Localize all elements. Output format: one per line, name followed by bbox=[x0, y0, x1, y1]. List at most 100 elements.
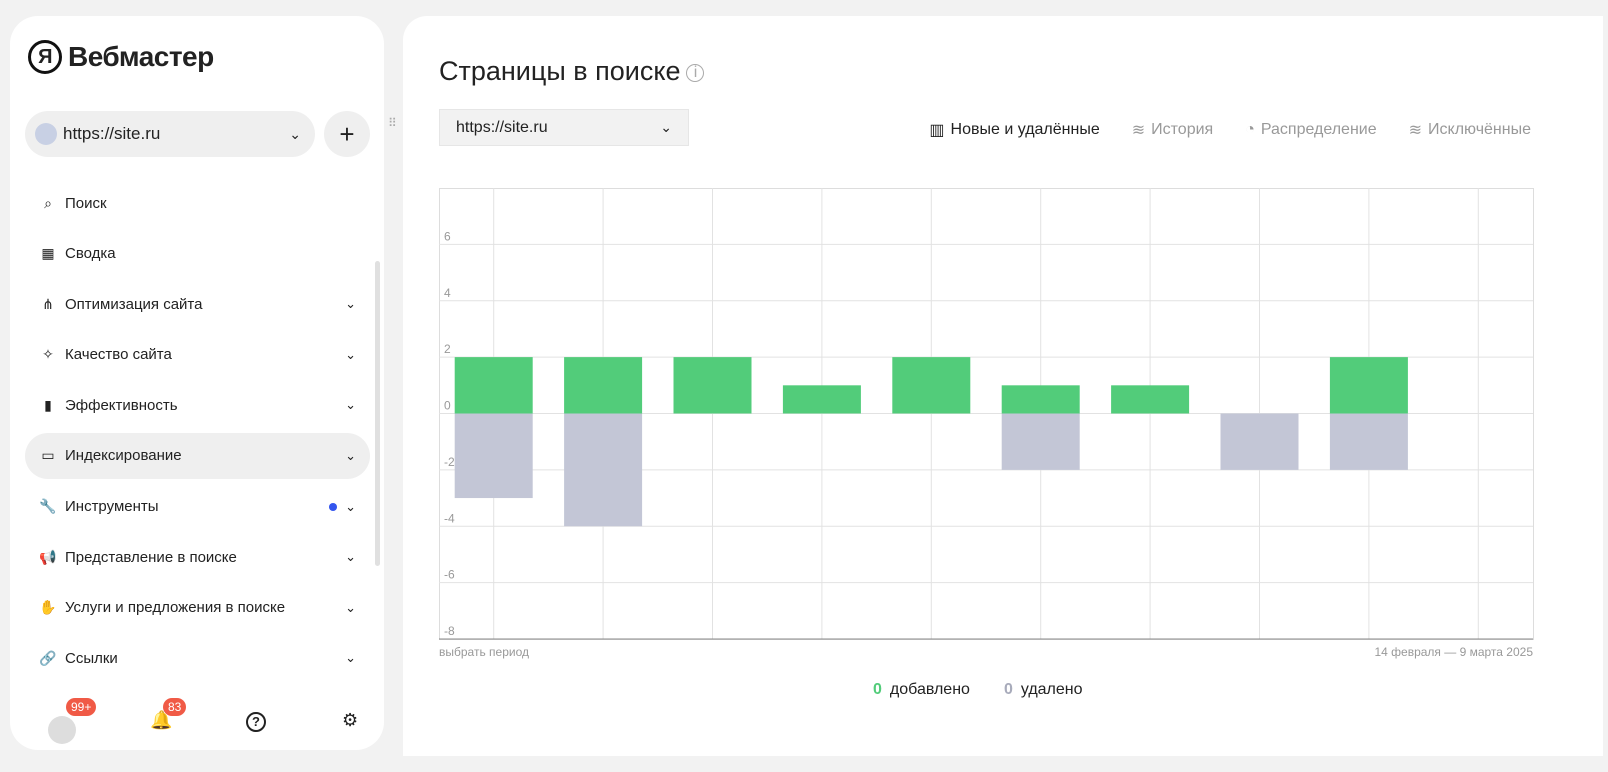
chevron-down-icon: ⌄ bbox=[289, 125, 301, 142]
search-icon: ⌕ bbox=[44, 194, 52, 211]
chevron-down-icon: ⌄ bbox=[345, 296, 356, 312]
sidebar-item-label: Оптимизация сайта bbox=[65, 295, 203, 313]
avatar-badge: 99+ bbox=[66, 698, 97, 716]
removed-bar bbox=[1001, 413, 1080, 470]
sidebar-item-6[interactable]: 🔧 Инструменты ⌄ bbox=[25, 484, 370, 530]
bar-chart-icon: ▮ bbox=[44, 396, 52, 413]
y-tick-label: 4 bbox=[444, 286, 451, 300]
grid-icon: ▦ bbox=[41, 245, 55, 262]
info-icon[interactable]: i bbox=[686, 63, 705, 82]
site-selector[interactable]: https://site.ru ⌄ bbox=[25, 111, 315, 157]
layers-icon: ≋ bbox=[1131, 122, 1146, 139]
y-tick-label: -2 bbox=[444, 455, 455, 469]
sidebar-item-5[interactable]: ▭ Индексирование ⌄ bbox=[25, 432, 370, 479]
tab-distribution[interactable]: ◔ Распределение bbox=[1245, 120, 1376, 140]
added-bar bbox=[1111, 385, 1190, 414]
monitor-icon: ▭ bbox=[41, 447, 55, 464]
sidebar-item-label: Качество сайта bbox=[65, 346, 172, 364]
sidebar-item-4[interactable]: ▮ Эффективность ⌄ bbox=[25, 382, 370, 428]
sidebar-nav: ⌕ Поиск ▦ Сводка ⋔ Оптимизация сайта ⌄ ✧ Качеств… bbox=[25, 180, 370, 686]
added-bar bbox=[454, 357, 533, 414]
site-favicon-icon bbox=[35, 123, 57, 145]
sidebar-item-label: Ссылки bbox=[65, 649, 118, 667]
notifications-badge: 83 bbox=[163, 698, 187, 716]
hand-icon: ✋ bbox=[39, 599, 57, 616]
select-period-link[interactable]: выбрать период bbox=[439, 645, 529, 659]
tab-label: Распределение bbox=[1260, 121, 1377, 138]
new-indicator-dot bbox=[329, 502, 338, 511]
added-label: добавлено bbox=[889, 681, 970, 698]
tab-history[interactable]: ≋ История bbox=[1132, 120, 1213, 140]
layers-icon: ≋ bbox=[1408, 122, 1423, 139]
y-tick-label: 0 bbox=[444, 399, 451, 413]
link-icon: 🔗 bbox=[39, 649, 57, 666]
sidebar-item-0[interactable]: ⌕ Поиск bbox=[25, 180, 370, 226]
pages-chart: 6 4 2 0 -2 -4 -6 -8 выбрать период 14 февраля — 9… bbox=[439, 188, 1534, 659]
gear-icon[interactable]: ⚙ bbox=[342, 710, 358, 731]
chevron-down-icon: ⌄ bbox=[660, 119, 672, 135]
legend-added[interactable]: 0 добавлено bbox=[873, 681, 970, 699]
removed-count: 0 bbox=[1003, 681, 1013, 698]
sidebar-item-7[interactable]: 📢 Представление в поиске ⌄ bbox=[25, 534, 370, 580]
sidebar-footer: 99+ 🔔 83 ? ⚙ bbox=[20, 698, 394, 748]
y-tick-label: 2 bbox=[444, 342, 451, 356]
add-site-button[interactable]: + bbox=[324, 111, 370, 157]
user-avatar[interactable] bbox=[48, 716, 76, 744]
main-panel: Страницы в поиске i https://site.ru ⌄ ▥ Но… bbox=[403, 16, 1603, 756]
logo[interactable]: Я Вебмастер bbox=[28, 40, 214, 74]
tab-excluded[interactable]: ≋ Исключённые bbox=[1409, 120, 1531, 140]
y-tick-label: -6 bbox=[444, 568, 455, 582]
sidebar-item-8[interactable]: ✋ Услуги и предложения в поиске ⌄ bbox=[25, 585, 370, 631]
logo-text: Вебмастер bbox=[68, 41, 214, 72]
added-bar bbox=[1329, 357, 1408, 414]
chevron-down-icon: ⌄ bbox=[345, 346, 356, 362]
tab-label: Новые и удалённые bbox=[950, 121, 1100, 138]
added-bar bbox=[892, 357, 971, 414]
tab-label: История bbox=[1151, 121, 1214, 138]
sidebar-item-label: Сводка bbox=[65, 245, 116, 263]
chevron-down-icon: ⌄ bbox=[345, 397, 356, 413]
period-range: 14 февраля — 9 марта 2025 bbox=[1374, 645, 1533, 659]
sidebar-item-label: Представление в поиске bbox=[65, 548, 237, 566]
bars-icon: ▥ bbox=[929, 122, 945, 139]
sidebar-item-9[interactable]: 🔗 Ссылки ⌄ bbox=[25, 635, 370, 681]
pie-icon: ◔ bbox=[1245, 121, 1255, 138]
sidebar-item-1[interactable]: ▦ Сводка bbox=[25, 231, 370, 277]
drag-handle-icon[interactable]: ⠿ bbox=[388, 117, 398, 129]
sidebar-item-2[interactable]: ⋔ Оптимизация сайта ⌄ bbox=[25, 281, 370, 327]
added-bar bbox=[1001, 385, 1080, 414]
sitemap-icon: ⋔ bbox=[42, 295, 54, 312]
sidebar: Я Вебмастер https://site.ru ⌄ + ⌕ Поиск ▦ С… bbox=[10, 16, 384, 750]
help-icon[interactable]: ? bbox=[246, 712, 266, 732]
page-title-text: Страницы в поиске bbox=[439, 56, 681, 86]
site-dropdown[interactable]: https://site.ru ⌄ bbox=[439, 109, 689, 146]
added-bar bbox=[782, 385, 861, 414]
tab-new-removed[interactable]: ▥ Новые и удалённые bbox=[929, 120, 1099, 140]
tab-label: Исключённые bbox=[1428, 121, 1531, 138]
site-dropdown-value: https://site.ru bbox=[456, 118, 548, 136]
chevron-down-icon: ⌄ bbox=[345, 498, 356, 514]
chevron-down-icon: ⌄ bbox=[345, 599, 356, 615]
chart-tabs: ▥ Новые и удалённые ≋ История ◔ Распределен… bbox=[929, 120, 1531, 140]
chevron-down-icon: ⌄ bbox=[345, 549, 356, 565]
page-title: Страницы в поиске i bbox=[439, 56, 705, 87]
site-url: https://site.ru bbox=[63, 124, 161, 143]
sidebar-item-label: Эффективность bbox=[65, 396, 178, 414]
added-count: 0 bbox=[873, 681, 882, 698]
wrench-icon: 🔧 bbox=[39, 498, 57, 515]
removed-bar bbox=[1220, 413, 1299, 470]
sidebar-item-3[interactable]: ✧ Качество сайта ⌄ bbox=[25, 332, 370, 378]
chevron-down-icon: ⌄ bbox=[345, 447, 356, 463]
legend-removed[interactable]: 0 удалено bbox=[1004, 681, 1083, 699]
y-tick-label: -8 bbox=[444, 624, 455, 638]
sidebar-item-label: Индексирование bbox=[65, 447, 182, 465]
sidebar-item-label: Поиск bbox=[65, 194, 107, 212]
megaphone-icon: 📢 bbox=[39, 548, 57, 565]
added-bar bbox=[564, 357, 643, 414]
sparkle-icon: ✧ bbox=[42, 346, 54, 363]
chart-legend: 0 добавлено 0 удалено bbox=[873, 681, 1083, 699]
chevron-down-icon: ⌄ bbox=[345, 650, 356, 666]
removed-bar bbox=[564, 413, 643, 527]
removed-bar bbox=[454, 413, 533, 499]
sidebar-scrollbar[interactable] bbox=[375, 261, 380, 566]
